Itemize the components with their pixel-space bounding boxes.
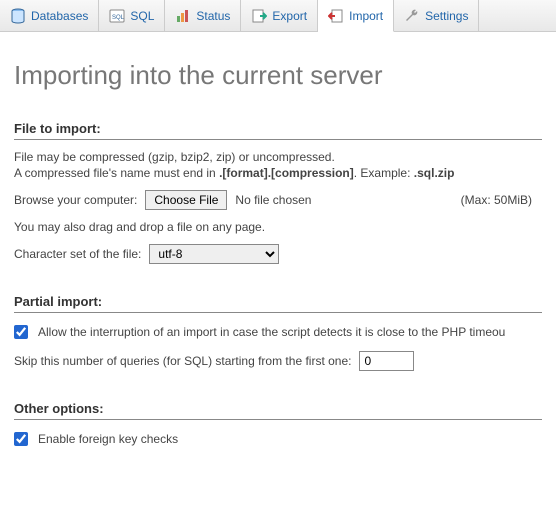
- allow-interrupt-row: Allow the interruption of an import in c…: [14, 325, 542, 339]
- wrench-icon: [404, 8, 420, 24]
- allow-interrupt-label: Allow the interruption of an import in c…: [38, 325, 505, 339]
- tab-label: Status: [196, 9, 230, 23]
- compressed-info: File may be compressed (gzip, bzip2, zip…: [14, 150, 542, 164]
- no-file-chosen: No file chosen: [235, 193, 311, 207]
- import-icon: [328, 8, 344, 24]
- tab-export[interactable]: Export: [241, 0, 318, 31]
- page-title: Importing into the current server: [14, 60, 542, 91]
- name-rule-line: A compressed file's name must end in .[f…: [14, 166, 542, 180]
- allow-interrupt-checkbox[interactable]: [14, 325, 28, 339]
- section-other-options: Other options:: [14, 401, 542, 420]
- name-rule-example: .sql.zip: [414, 166, 455, 180]
- tab-databases[interactable]: Databases: [0, 0, 99, 31]
- charset-row: Character set of the file: utf-8: [14, 244, 542, 264]
- fk-checks-checkbox[interactable]: [14, 432, 28, 446]
- status-icon: [175, 8, 191, 24]
- content-area: Importing into the current server File t…: [0, 32, 556, 472]
- charset-select[interactable]: utf-8: [149, 244, 279, 264]
- tab-sql[interactable]: SQL SQL: [99, 0, 165, 31]
- tab-label: Import: [349, 9, 383, 23]
- tab-label: Databases: [31, 9, 88, 23]
- skip-queries-row: Skip this number of queries (for SQL) st…: [14, 351, 542, 371]
- browse-row: Browse your computer: Choose File No fil…: [14, 190, 542, 210]
- section-file-to-import: File to import:: [14, 121, 542, 140]
- tab-label: Export: [272, 9, 307, 23]
- skip-queries-input[interactable]: [359, 351, 414, 371]
- charset-label: Character set of the file:: [14, 247, 141, 261]
- svg-text:SQL: SQL: [112, 15, 125, 21]
- tabs-bar: Databases SQL SQL Status Export Import S…: [0, 0, 556, 32]
- browse-label: Browse your computer:: [14, 193, 137, 207]
- tab-status[interactable]: Status: [165, 0, 241, 31]
- choose-file-button[interactable]: Choose File: [145, 190, 227, 210]
- fk-checks-label: Enable foreign key checks: [38, 432, 178, 446]
- export-icon: [251, 8, 267, 24]
- tab-import[interactable]: Import: [318, 0, 394, 32]
- name-rule-example-label: . Example:: [354, 166, 414, 180]
- name-rule-format: .[format].[compression]: [219, 166, 354, 180]
- tab-settings[interactable]: Settings: [394, 0, 479, 31]
- name-rule-prefix: A compressed file's name must end in: [14, 166, 219, 180]
- skip-queries-label: Skip this number of queries (for SQL) st…: [14, 354, 351, 368]
- max-size: (Max: 50MiB): [461, 193, 542, 207]
- tab-label: SQL: [130, 9, 154, 23]
- fk-checks-row: Enable foreign key checks: [14, 432, 542, 446]
- dragdrop-info: You may also drag and drop a file on any…: [14, 220, 542, 234]
- section-partial-import: Partial import:: [14, 294, 542, 313]
- sql-icon: SQL: [109, 8, 125, 24]
- database-icon: [10, 8, 26, 24]
- tab-label: Settings: [425, 9, 468, 23]
